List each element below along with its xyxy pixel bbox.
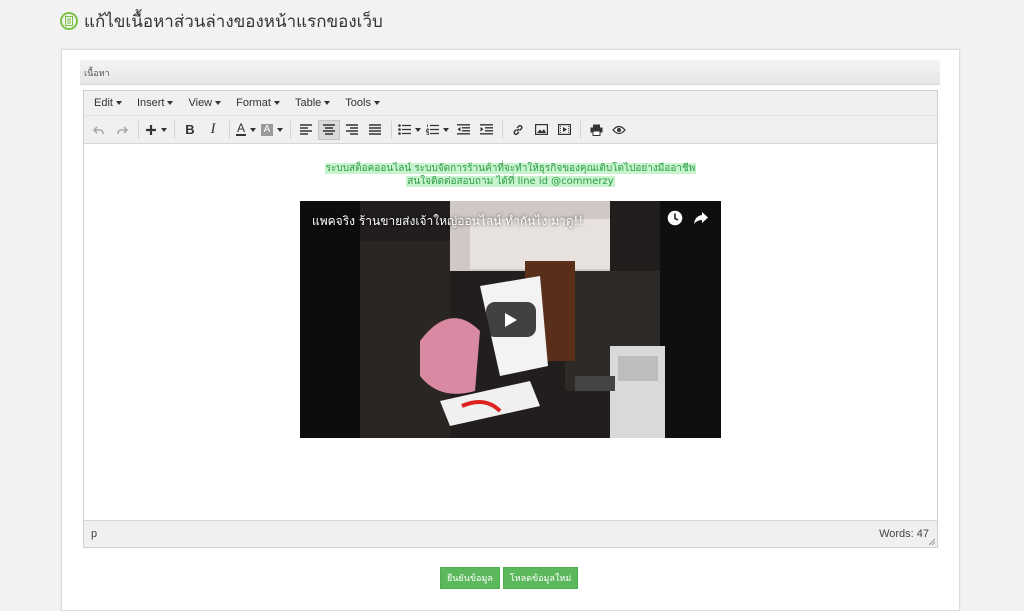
text-color-glyph: A	[236, 121, 245, 135]
chevron-down-icon	[415, 127, 421, 132]
media-button[interactable]	[553, 120, 575, 140]
menu-insert[interactable]: Insert	[131, 94, 180, 112]
background-color-button[interactable]: A	[259, 120, 285, 140]
chevron-down-icon	[167, 101, 174, 105]
menu-view-label: View	[188, 97, 213, 109]
align-right-icon	[346, 124, 358, 135]
menu-edit-label: Edit	[94, 97, 113, 109]
chevron-down-icon	[250, 127, 256, 132]
menu-tools[interactable]: Tools	[339, 94, 386, 112]
outdent-icon	[456, 124, 470, 135]
share-icon[interactable]	[693, 210, 709, 226]
video-tools	[667, 210, 709, 226]
color-swatch	[236, 134, 246, 136]
print-icon	[590, 124, 602, 136]
element-path[interactable]: p	[91, 528, 97, 540]
toolbar-divider	[580, 120, 581, 139]
promo-text: ระบบสต็อคออนไลน์ ระบบจัดการร้านค้าที่จะท…	[84, 162, 937, 188]
save-button[interactable]: ยืนยันข้อมูล	[440, 567, 500, 589]
numbered-list-button[interactable]	[424, 120, 451, 140]
insert-plus-icon	[146, 124, 156, 135]
menu-format[interactable]: Format	[230, 94, 286, 112]
toolbar-divider	[502, 120, 503, 139]
document-icon	[60, 12, 78, 30]
redo-icon	[117, 125, 128, 134]
undo-button[interactable]	[88, 120, 110, 140]
indent-button[interactable]	[475, 120, 497, 140]
indent-icon	[479, 124, 493, 135]
page-title: แก้ไขเนื้อหาส่วนล่างของหน้าแรกของเว็บ	[84, 11, 383, 32]
reload-button[interactable]: โหลดข้อมูลใหม่	[502, 567, 579, 589]
editor-statusbar: p Words: 47	[84, 520, 937, 547]
chevron-down-icon	[273, 101, 280, 105]
menu-table[interactable]: Table	[289, 94, 336, 112]
image-button[interactable]	[530, 120, 552, 140]
word-count: Words: 47	[879, 528, 929, 540]
video-title: แพคจริง ร้านขายส่งเจ้าใหญ่ออนไลน์ ทำกันไ…	[312, 214, 584, 228]
link-button[interactable]	[507, 120, 529, 140]
chevron-down-icon	[277, 127, 283, 132]
menu-edit[interactable]: Edit	[88, 94, 128, 112]
preview-button[interactable]	[608, 120, 630, 140]
chevron-down-icon	[373, 101, 380, 105]
text-color-button[interactable]: A	[234, 120, 258, 140]
undo-icon	[93, 125, 104, 134]
content-panel: เนื้อหา Edit Insert View Format Table To…	[61, 49, 960, 611]
chevron-down-icon	[161, 127, 167, 132]
redo-button[interactable]	[111, 120, 133, 140]
page-header: แก้ไขเนื้อหาส่วนล่างของหน้าแรกของเว็บ	[60, 8, 383, 34]
outdent-button[interactable]	[452, 120, 474, 140]
promo-line-1: ระบบสต็อคออนไลน์ ระบบจัดการร้านค้าที่จะท…	[324, 163, 697, 174]
align-left-icon	[300, 124, 312, 135]
menu-view[interactable]: View	[182, 94, 227, 112]
menu-tools-label: Tools	[345, 97, 371, 109]
align-center-icon	[323, 124, 335, 135]
editor-menubar: Edit Insert View Format Table Tools	[84, 91, 937, 116]
play-button[interactable]	[486, 302, 536, 337]
print-button[interactable]	[585, 120, 607, 140]
resize-handle-icon[interactable]	[928, 538, 936, 546]
form-actions: ยืนยันข้อมูล โหลดข้อมูลใหม่	[440, 567, 579, 589]
preview-icon	[612, 125, 626, 134]
chevron-down-icon	[324, 101, 331, 105]
chevron-down-icon	[443, 127, 449, 132]
toolbar-divider	[138, 120, 139, 139]
media-icon	[557, 124, 571, 135]
align-center-button[interactable]	[318, 119, 340, 140]
rich-text-editor: Edit Insert View Format Table Tools B I	[83, 90, 938, 548]
section-label: เนื้อหา	[84, 69, 110, 79]
align-justify-button[interactable]	[364, 120, 386, 140]
menu-format-label: Format	[236, 97, 271, 109]
text-color-icon: A	[236, 121, 246, 136]
align-left-button[interactable]	[295, 120, 317, 140]
editor-toolbar: B I A A	[84, 116, 937, 144]
bullet-list-icon	[398, 124, 411, 135]
numbered-list-icon	[426, 124, 439, 135]
toolbar-divider	[391, 120, 392, 139]
bullet-list-button[interactable]	[396, 120, 423, 140]
embedded-video[interactable]: แพคจริง ร้านขายส่งเจ้าใหญ่ออนไลน์ ทำกันไ…	[300, 201, 721, 438]
link-icon	[513, 124, 523, 135]
watch-later-icon[interactable]	[667, 210, 683, 226]
section-header: เนื้อหา	[80, 60, 940, 85]
chevron-down-icon	[115, 101, 122, 105]
align-right-button[interactable]	[341, 120, 363, 140]
bold-icon: B	[185, 122, 195, 137]
editor-content-area[interactable]: ระบบสต็อคออนไลน์ ระบบจัดการร้านค้าที่จะท…	[84, 144, 937, 520]
italic-icon: I	[210, 121, 216, 137]
toolbar-divider	[174, 120, 175, 139]
italic-button[interactable]: I	[202, 120, 224, 140]
promo-line-2: สนใจติดต่อสอบถาม ได้ที่ line id @commerz…	[406, 176, 615, 187]
menu-insert-label: Insert	[136, 97, 165, 109]
chevron-down-icon	[215, 101, 222, 105]
toolbar-divider	[229, 120, 230, 139]
background-color-icon: A	[261, 123, 273, 136]
play-icon	[505, 312, 517, 327]
menu-table-label: Table	[294, 97, 322, 109]
bold-button[interactable]: B	[179, 120, 201, 140]
toolbar-divider	[290, 120, 291, 139]
image-icon	[534, 124, 548, 135]
insert-button[interactable]	[143, 120, 169, 140]
align-justify-icon	[369, 124, 381, 135]
